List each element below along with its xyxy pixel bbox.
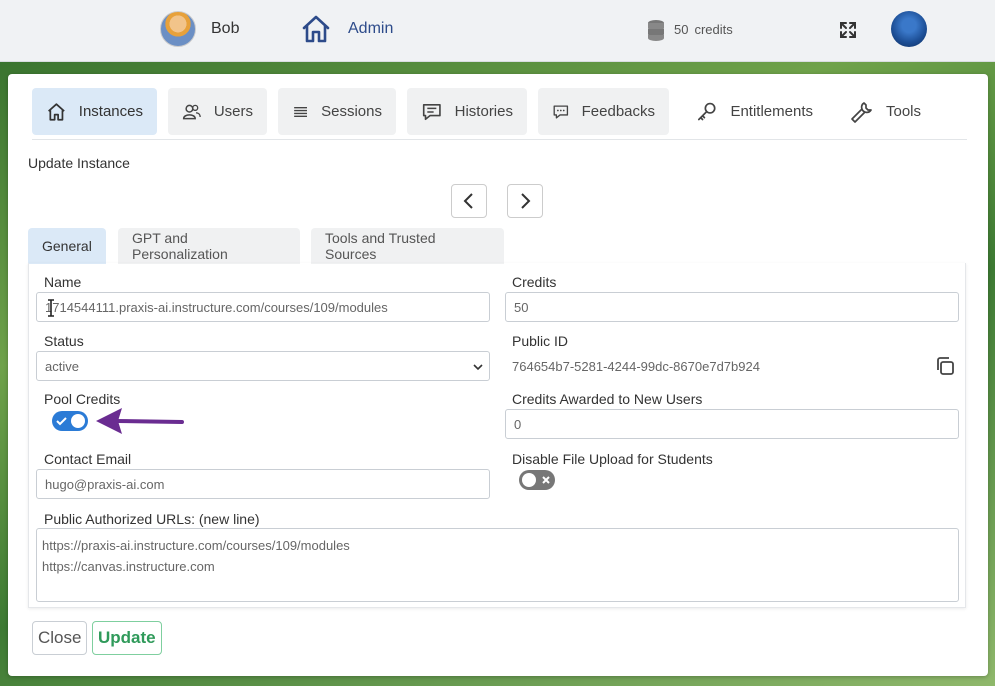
next-button[interactable] — [507, 184, 543, 218]
tab-histories[interactable]: Histories — [407, 88, 527, 135]
public-id-value: 764654b7-5281-4244-99dc-8670e7d7b924 — [512, 359, 760, 374]
contact-email-input[interactable]: hugo@praxis-ai.com — [36, 469, 490, 499]
coins-icon — [648, 20, 664, 41]
toggle-knob — [71, 414, 85, 428]
key-icon — [697, 102, 716, 120]
user-name[interactable]: Bob — [211, 20, 239, 38]
tab-users[interactable]: Users — [168, 88, 267, 135]
tab-label: Users — [213, 103, 253, 120]
page-title: Update Instance — [28, 155, 130, 171]
home-icon[interactable] — [300, 13, 332, 45]
tab-label: Tools — [886, 103, 922, 120]
credits-display: 50 credits — [674, 22, 733, 37]
subtab-gpt-personalization[interactable]: GPT and Personalization — [118, 228, 300, 264]
home-icon — [48, 102, 65, 121]
check-icon — [56, 417, 67, 426]
tab-label: Entitlements — [730, 103, 813, 120]
x-icon — [542, 476, 550, 484]
admin-nav-tabs: Instances Users Sessions Histories Feedb… — [32, 88, 967, 140]
text-cursor-icon — [48, 299, 54, 317]
pool-credits-toggle[interactable] — [52, 411, 88, 431]
chevron-down-icon — [473, 364, 483, 371]
users-icon — [182, 104, 201, 119]
status-label: Status — [44, 333, 84, 349]
chevron-left-icon — [463, 193, 473, 209]
credits-label: Credits — [512, 274, 557, 290]
name-input[interactable]: 1714544111.praxis-ai.instructure.com/cou… — [36, 292, 490, 322]
contact-email-label: Contact Email — [44, 451, 132, 467]
wrench-icon — [851, 101, 872, 123]
annotation-arrow-icon — [96, 408, 184, 434]
name-label: Name — [44, 274, 82, 290]
url-line: https://canvas.instructure.com — [42, 559, 215, 574]
tab-label: Instances — [78, 103, 143, 120]
tab-entitlements[interactable]: Entitlements — [682, 88, 827, 135]
urls-textarea[interactable]: https://praxis-ai.instructure.com/course… — [36, 528, 959, 602]
admin-link[interactable]: Admin — [348, 20, 393, 38]
disable-upload-label: Disable File Upload for Students — [512, 451, 713, 467]
tab-label: Feedbacks — [581, 103, 655, 120]
general-form: Name 1714544111.praxis-ai.instructure.co… — [28, 263, 966, 608]
subtab-general[interactable]: General — [28, 228, 106, 264]
credits-unit: credits — [694, 22, 733, 37]
status-value: active — [45, 358, 79, 374]
credits-awarded-input[interactable]: 0 — [505, 409, 959, 439]
chevron-right-icon — [521, 193, 531, 209]
disable-upload-toggle[interactable] — [519, 470, 555, 490]
toggle-knob — [522, 473, 536, 487]
credits-awarded-label: Credits Awarded to New Users — [512, 391, 703, 407]
public-id-label: Public ID — [512, 333, 569, 349]
feedback-icon — [553, 104, 569, 119]
close-button[interactable]: Close — [32, 621, 88, 655]
fullscreen-icon[interactable] — [838, 20, 858, 40]
previous-button[interactable] — [451, 184, 487, 218]
profile-avatar[interactable] — [891, 11, 927, 47]
tab-label: Histories — [454, 103, 513, 120]
copy-icon[interactable] — [934, 355, 956, 377]
tab-instances[interactable]: Instances — [32, 88, 157, 135]
list-icon — [294, 106, 307, 117]
tab-sessions[interactable]: Sessions — [278, 88, 396, 135]
url-line: https://praxis-ai.instructure.com/course… — [42, 538, 350, 553]
urls-label: Public Authorized URLs: (new line) — [44, 511, 260, 527]
credits-count: 50 — [674, 22, 689, 37]
user-avatar[interactable] — [160, 11, 196, 47]
status-select[interactable]: active — [36, 351, 490, 381]
credits-input[interactable]: 50 — [505, 292, 959, 322]
message-icon — [422, 103, 441, 120]
update-button[interactable]: Update — [92, 621, 162, 655]
subtab-tools-sources[interactable]: Tools and Trusted Sources — [311, 228, 504, 264]
top-bar: Bob Admin 50 credits — [0, 0, 995, 62]
main-card: Instances Users Sessions Histories Feedb… — [8, 74, 988, 676]
tab-tools[interactable]: Tools — [836, 88, 936, 135]
tab-feedbacks[interactable]: Feedbacks — [538, 88, 669, 135]
tab-label: Sessions — [321, 103, 382, 120]
